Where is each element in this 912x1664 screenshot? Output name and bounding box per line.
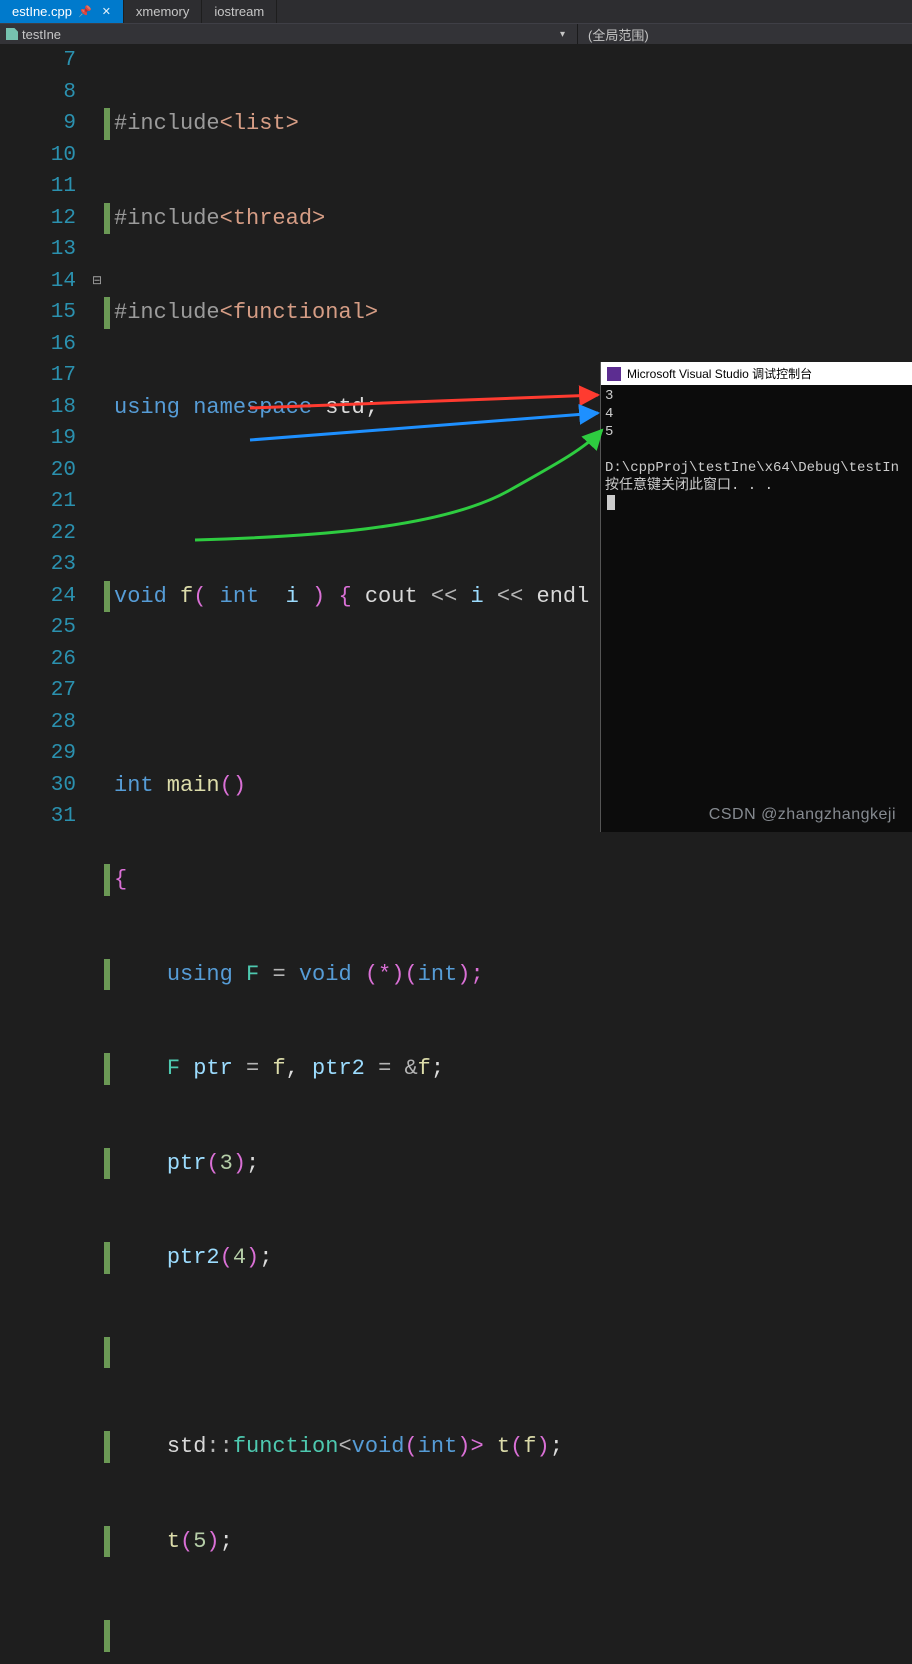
console-title-text: Microsoft Visual Studio 调试控制台 — [627, 365, 812, 382]
scope-project-dropdown[interactable]: testIne ▾ — [0, 27, 577, 42]
fold-column: ⊟ — [90, 45, 104, 832]
fold-icon[interactable]: ⊟ — [90, 266, 104, 298]
debug-console: Microsoft Visual Studio 调试控制台 3 4 5 D:\c… — [600, 362, 912, 832]
tab-label: iostream — [214, 4, 264, 19]
tab-label: estIne.cpp — [12, 4, 72, 19]
scope-navbar: testIne ▾ (全局范围) — [0, 23, 912, 45]
console-output: 3 4 5 D:\cppProj\testIne\x64\Debug\testI… — [601, 385, 912, 516]
tab-iostream[interactable]: iostream — [202, 0, 277, 23]
tab-label: xmemory — [136, 4, 189, 19]
chevron-down-icon: ▾ — [554, 29, 571, 40]
close-icon[interactable]: ✕ — [102, 5, 111, 18]
scope-project-label: testIne — [22, 27, 61, 42]
line-number-gutter: 789 101112 131415 161718 192021 222324 2… — [0, 45, 90, 832]
file-icon — [6, 28, 18, 40]
pin-icon[interactable]: 📌 — [78, 5, 92, 18]
vs-logo-icon — [607, 367, 621, 381]
tab-testine-cpp[interactable]: estIne.cpp 📌 ✕ — [0, 0, 124, 23]
file-tabs: estIne.cpp 📌 ✕ xmemory iostream — [0, 0, 912, 23]
watermark: CSDN @zhangzhangkeji — [709, 806, 896, 824]
cursor — [607, 495, 615, 510]
tab-xmemory[interactable]: xmemory — [124, 0, 202, 23]
console-titlebar[interactable]: Microsoft Visual Studio 调试控制台 — [601, 362, 912, 385]
scope-global-label: (全局范围) — [588, 28, 649, 43]
scope-global-dropdown[interactable]: (全局范围) — [578, 25, 659, 44]
